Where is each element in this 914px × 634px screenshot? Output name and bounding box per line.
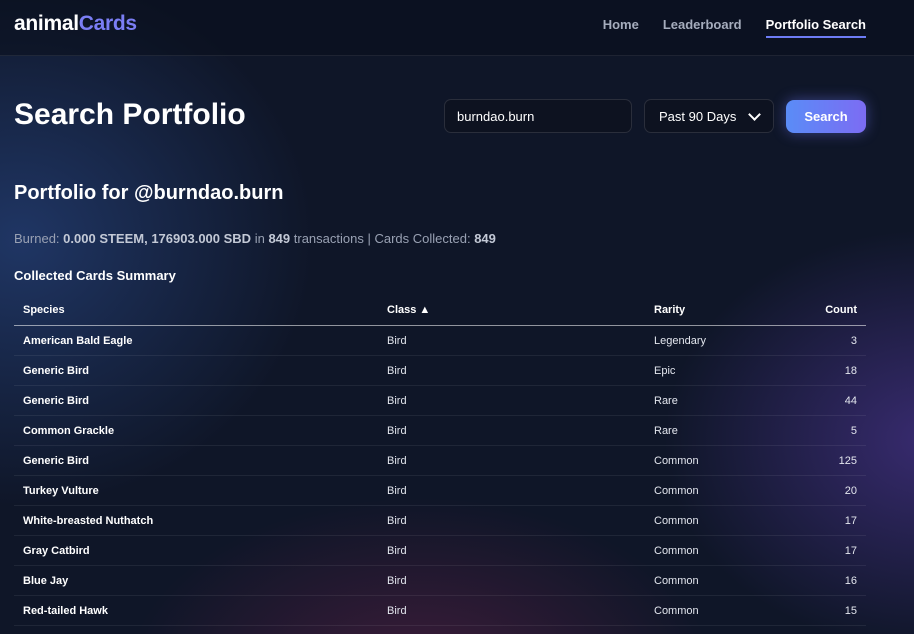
cell-species: American Bald Eagle (14, 325, 378, 356)
table-row: Generic Bird Bird Rare 44 (14, 385, 866, 416)
cell-count: 44 (813, 385, 866, 416)
table-row: Blue Jay Bird Common 16 (14, 565, 866, 596)
cell-class: Bird (378, 415, 645, 446)
cell-count: 17 (813, 535, 866, 566)
table-row: Turkey Vulture Bird Common 20 (14, 475, 866, 506)
cell-rarity: Common (645, 475, 813, 506)
table-row: White-breasted Nuthatch Bird Common 17 (14, 505, 866, 536)
cell-species: Generic Bird (14, 355, 378, 386)
burned-amount: 0.000 STEEM, 176903.000 SBD (63, 231, 252, 246)
cell-species: Red-tailed Hawk (14, 595, 378, 626)
logo-text-animal: animal (14, 12, 79, 35)
cell-species: Gray Catbird (14, 535, 378, 566)
time-range-selected: Past 90 Days (659, 108, 737, 124)
cell-count: 17 (813, 505, 866, 536)
top-navbar: animalCards Home Leaderboard Portfolio S… (0, 0, 914, 56)
table-row: Red-tailed Hawk Bird Common 15 (14, 595, 866, 626)
cell-class: Bird (378, 385, 645, 416)
cell-count: 3 (813, 325, 866, 356)
column-header-count[interactable]: Count (813, 295, 866, 326)
cell-rarity: Common (645, 445, 813, 476)
table-row: Common Grackle Bird Rare 5 (14, 415, 866, 446)
column-header-class[interactable]: Class ▲ (378, 295, 645, 326)
column-header-species[interactable]: Species (14, 295, 378, 326)
time-range-select[interactable]: Past 90 Days (644, 99, 774, 133)
cell-class: Bird (378, 325, 645, 356)
cell-class: Bird (378, 355, 645, 386)
cell-count: 125 (813, 445, 866, 476)
nav-home[interactable]: Home (603, 17, 639, 38)
chevron-down-icon (748, 107, 761, 121)
logo-text-cards: Cards (78, 12, 137, 35)
cell-species: White-breasted Nuthatch (14, 505, 378, 536)
cell-rarity: Common (645, 535, 813, 566)
cell-class: Bird (378, 505, 645, 536)
cell-class: Bird (378, 475, 645, 506)
cell-count: 20 (813, 475, 866, 506)
cell-class: Bird (378, 445, 645, 476)
cell-rarity: Common (645, 505, 813, 536)
username-search-input[interactable] (444, 99, 632, 133)
burned-label: Burned: (14, 231, 60, 246)
cell-class: Bird (378, 535, 645, 566)
cell-rarity: Rare (645, 385, 813, 416)
cell-species: Generic Bird (14, 445, 378, 476)
transactions-label: transactions | Cards Collected: (293, 231, 471, 246)
cell-count: 16 (813, 565, 866, 596)
cell-rarity: Rare (645, 415, 813, 446)
cell-rarity: Common (645, 595, 813, 626)
cell-species: Turkey Vulture (14, 475, 378, 506)
nav-leaderboard[interactable]: Leaderboard (663, 17, 742, 38)
table-header-row: Species Class ▲ Rarity Count (14, 295, 866, 326)
table-row: Generic Bird Bird Common 125 (14, 445, 866, 476)
table-row: American Bald Eagle Bird Legendary 3 (14, 325, 866, 356)
in-label: in (254, 231, 265, 246)
cell-count: 15 (813, 595, 866, 626)
table-row: Gray Catbird Bird Common 17 (14, 535, 866, 566)
cell-species: Common Grackle (14, 415, 378, 446)
summary-title: Collected Cards Summary (14, 268, 176, 283)
main-nav: Home Leaderboard Portfolio Search (603, 17, 866, 38)
cell-rarity: Legendary (645, 325, 813, 356)
portfolio-heading: Portfolio for @burndao.burn (14, 182, 284, 204)
page-title: Search Portfolio (14, 98, 246, 131)
column-header-rarity[interactable]: Rarity (645, 295, 813, 326)
cell-species: Generic Bird (14, 385, 378, 416)
cell-species: Blue Jay (14, 565, 378, 596)
cell-count: 18 (813, 355, 866, 386)
cell-class: Bird (378, 595, 645, 626)
portfolio-stats: Burned: 0.000 STEEM, 176903.000 SBD in 8… (14, 231, 496, 246)
cards-collected-count: 849 (474, 231, 496, 246)
table-row: Generic Bird Bird Epic 18 (14, 355, 866, 386)
search-button[interactable]: Search (786, 100, 866, 133)
app-logo[interactable]: animalCards (14, 12, 137, 36)
cell-class: Bird (378, 565, 645, 596)
transaction-count: 849 (268, 231, 291, 246)
nav-portfolio-search[interactable]: Portfolio Search (765, 17, 866, 38)
cell-rarity: Epic (645, 355, 813, 386)
cell-rarity: Common (645, 565, 813, 596)
cell-count: 5 (813, 415, 866, 446)
cards-summary-table: Species Class ▲ Rarity Count American Ba… (14, 295, 866, 626)
